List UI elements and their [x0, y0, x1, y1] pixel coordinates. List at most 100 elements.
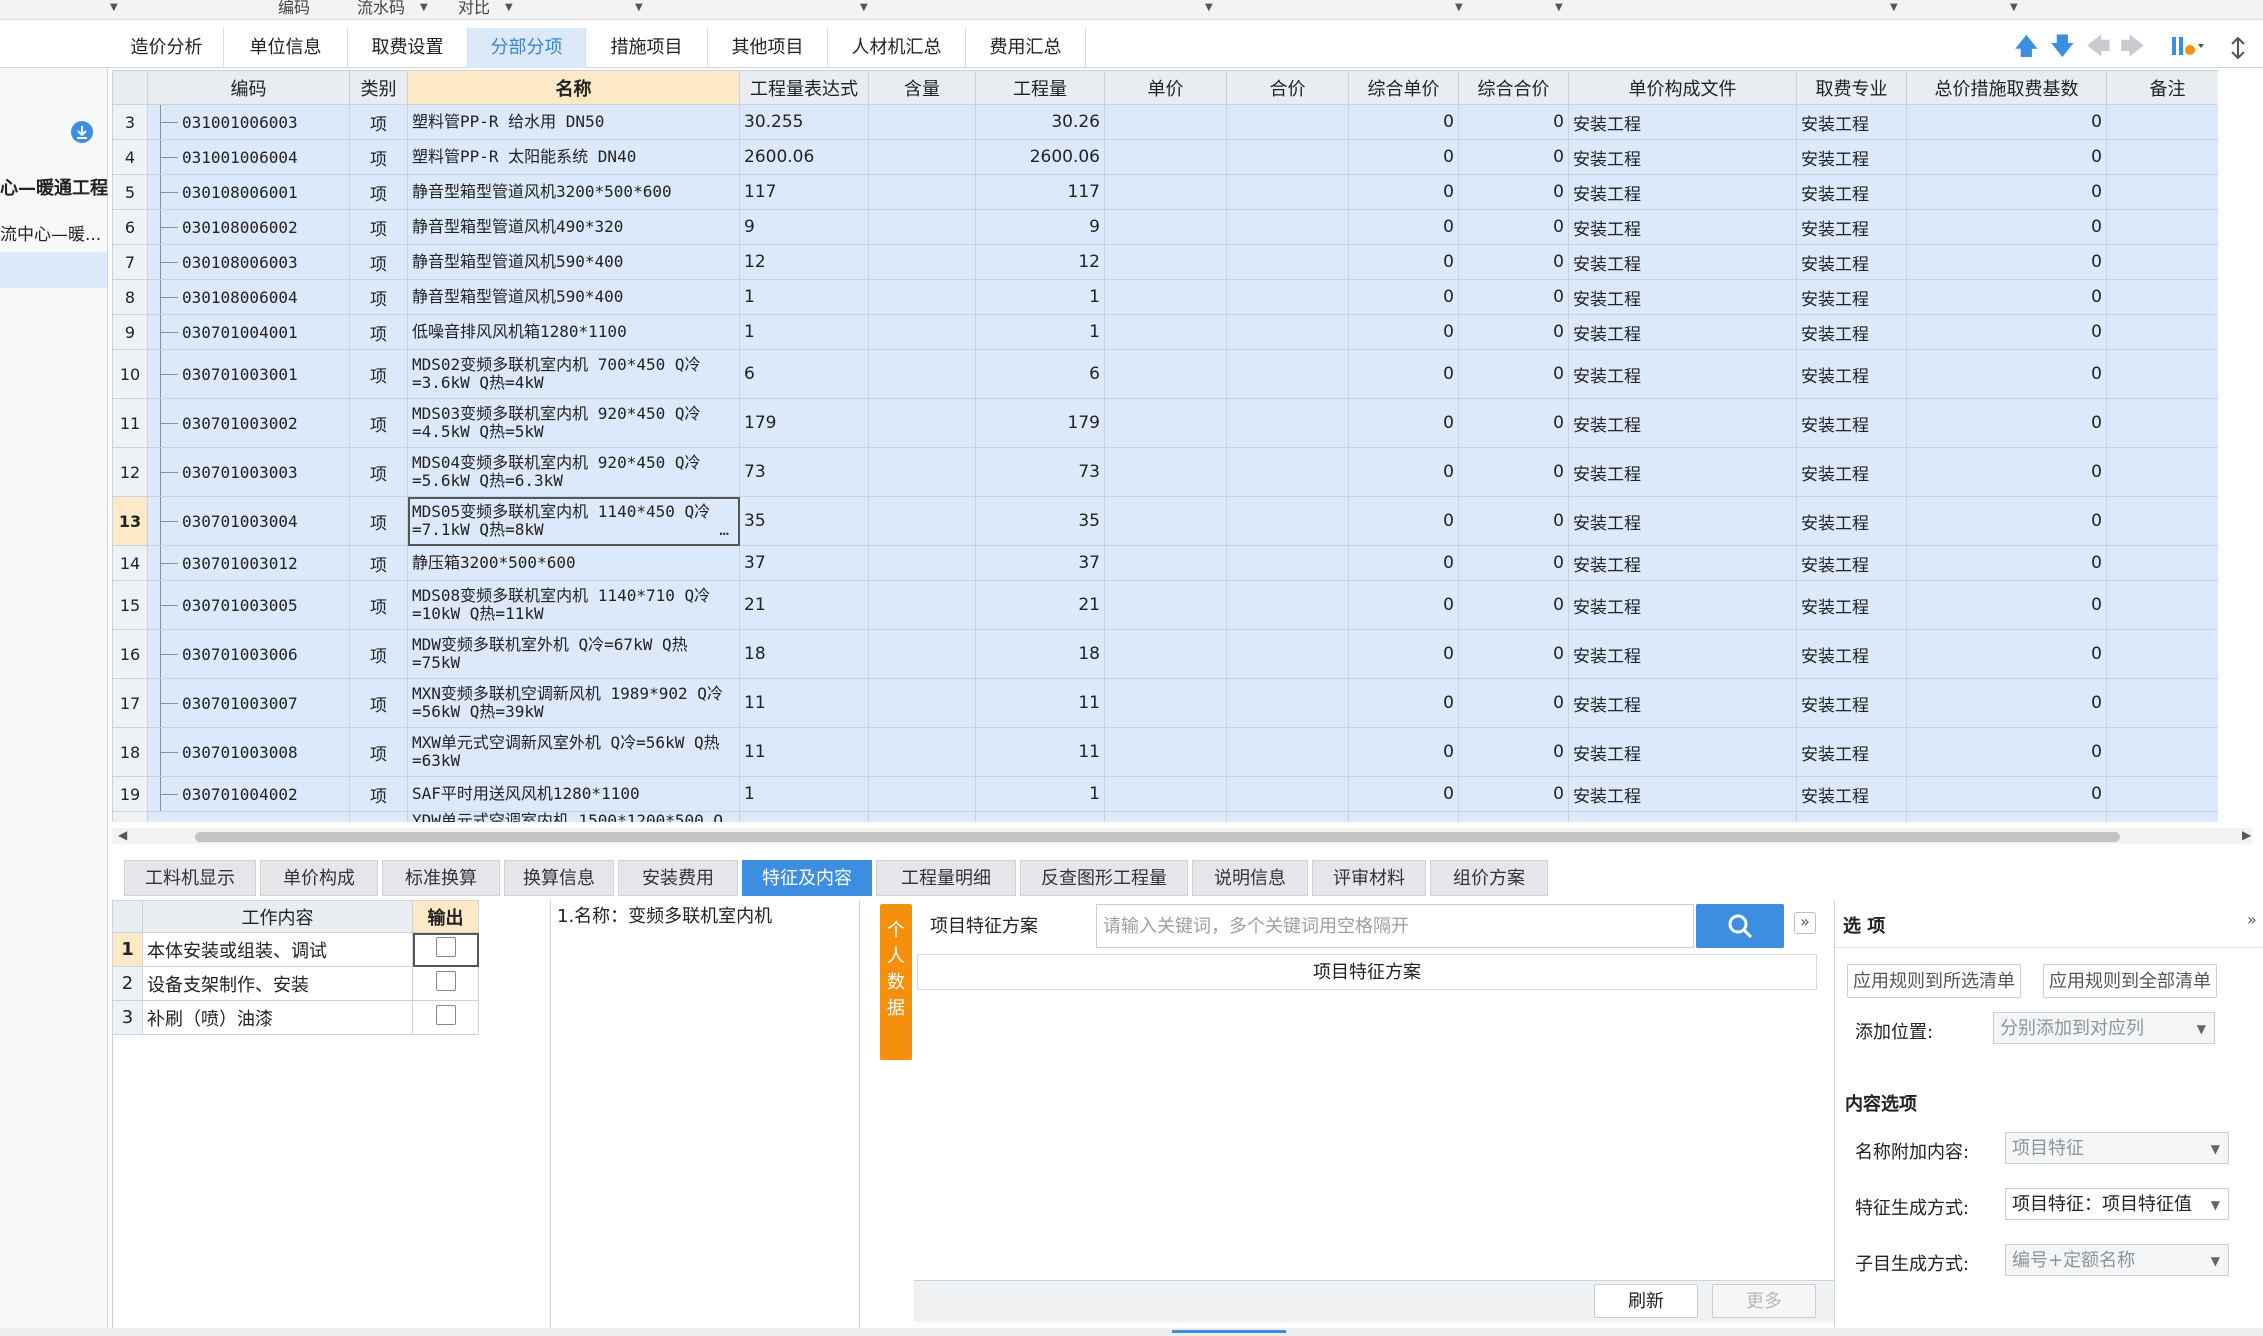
grid-cell[interactable]: 0 — [1348, 209, 1459, 245]
tab-measures[interactable]: 措施项目 — [586, 28, 708, 68]
grid-cell[interactable]: 项 — [349, 580, 408, 630]
grid-cell[interactable] — [2106, 174, 2218, 210]
grid-cell[interactable]: 18 — [975, 629, 1105, 679]
grid-cell[interactable]: 117 — [739, 174, 869, 210]
table-row[interactable]: 9 030701004001 项 低噪音排风风机箱1280*1100 1 1 0 0 安装工程 安… — [112, 314, 2218, 350]
grid-cell[interactable]: 30.26 — [975, 104, 1105, 140]
output-cell[interactable] — [412, 932, 479, 967]
grid-cell[interactable]: 6 — [739, 349, 869, 399]
grid-cell[interactable]: 030701004002 — [147, 776, 350, 812]
table-row[interactable]: 12 030701003003 项 MDS04变频多联机室内机 920*450 Q冷=… — [112, 447, 2218, 497]
grid-cell[interactable]: 安装工程 — [1796, 727, 1907, 777]
tab-other-items[interactable]: 其他项目 — [708, 28, 828, 68]
output-cell[interactable] — [412, 966, 479, 1001]
grid-cell[interactable]: 0 — [1458, 580, 1569, 630]
grid-cell[interactable]: 静压箱3200*500*600 — [407, 545, 740, 581]
grid-cell[interactable]: 项 — [349, 776, 408, 812]
grid-cell[interactable]: 0 — [1458, 209, 1569, 245]
col-header[interactable]: 总价措施取费基数 — [1906, 70, 2107, 105]
grid-cell[interactable]: 0 — [1906, 398, 2107, 448]
grid-cell[interactable] — [1906, 811, 2107, 822]
grid-cell[interactable]: MXN变频多联机空调新风机 1989*902 Q冷=56kW Q热=39kW — [407, 678, 740, 728]
grid-cell[interactable] — [1104, 104, 1227, 140]
grid-cell[interactable] — [868, 678, 976, 728]
collapse-right-icon[interactable]: » — [1794, 912, 1816, 934]
grid-cell[interactable]: 0 — [1906, 174, 2107, 210]
grid-cell[interactable] — [868, 727, 976, 777]
grid-cell[interactable] — [868, 811, 976, 822]
grid-cell[interactable]: 0 — [1458, 629, 1569, 679]
grid-cell[interactable] — [2106, 447, 2218, 497]
grid-cell[interactable]: 0 — [1458, 727, 1569, 777]
grid-cell[interactable]: 项 — [349, 139, 408, 175]
output-checkbox[interactable] — [435, 1005, 456, 1025]
grid-cell[interactable]: 0 — [1458, 174, 1569, 210]
grid-cell[interactable]: 0 — [1458, 776, 1569, 812]
grid-cell[interactable]: 安装工程 — [1796, 244, 1907, 280]
grid-cell[interactable]: 项 — [349, 678, 408, 728]
grid-cell[interactable]: 030701003005 — [147, 580, 350, 630]
apply-selected-button[interactable]: 应用规则到所选清单 — [1847, 964, 2021, 998]
grid-cell[interactable] — [1104, 244, 1227, 280]
grid-cell[interactable]: 030701003012 — [147, 545, 350, 581]
grid-cell[interactable]: 0 — [1458, 139, 1569, 175]
grid-cell[interactable]: 030701004001 — [147, 314, 350, 350]
feature-gen-select[interactable]: 项目特征：项目特征值 ▼ — [2005, 1188, 2229, 1220]
grid-cell[interactable]: 安装工程 — [1568, 776, 1797, 812]
grid-cell[interactable]: 031001006003 — [147, 104, 350, 140]
chevron-down-icon[interactable]: ▼ — [1205, 2, 1213, 13]
scroll-right-icon[interactable]: ▶ — [2242, 828, 2251, 842]
table-row[interactable]: 5 030108006001 项 静音型箱型管道风机3200*500*600 117 11… — [112, 174, 2218, 210]
grid-cell[interactable]: MDS08变频多联机室内机 1140*710 Q冷=10kW Q热=11kW — [407, 580, 740, 630]
top-strip-item[interactable]: 流水码 — [357, 0, 405, 16]
grid-cell[interactable]: MDS05变频多联机室内机 1140*450 Q冷=7.1kW Q热=8kW… — [407, 496, 740, 546]
grid-cell[interactable] — [739, 811, 869, 822]
col-header[interactable]: 编码 — [147, 70, 350, 105]
grid-cell[interactable]: 1 — [739, 776, 869, 812]
col-header[interactable]: 备注 — [2106, 70, 2218, 105]
table-row[interactable]: 3 031001006003 项 塑料管PP-R 给水用 DN50 30.255 30.2… — [112, 104, 2218, 140]
grid-cell[interactable]: 安装工程 — [1796, 349, 1907, 399]
grid-cell[interactable] — [2106, 580, 2218, 630]
grid-cell[interactable]: 安装工程 — [1796, 580, 1907, 630]
grid-cell[interactable] — [2106, 209, 2218, 245]
grid-cell[interactable]: 21 — [975, 580, 1105, 630]
scroll-left-icon[interactable]: ◀ — [118, 828, 127, 842]
grid-cell[interactable] — [868, 545, 976, 581]
work-content-cell[interactable]: 设备支架制作、安装 — [142, 966, 413, 1001]
grid-cell[interactable] — [1104, 629, 1227, 679]
grid-cell[interactable]: 0 — [1458, 447, 1569, 497]
grid-cell[interactable]: 项 — [349, 104, 408, 140]
table-row[interactable]: 19 030701004002 项 SAF平时用送风风机1280*1100 1 1 0 0 安装… — [112, 776, 2218, 812]
col-header[interactable]: 工程量 — [975, 70, 1105, 105]
grid-cell[interactable]: 9 — [975, 209, 1105, 245]
grid-cell[interactable] — [1104, 545, 1227, 581]
grid-cell[interactable]: 0 — [1906, 580, 2107, 630]
grid-cell[interactable]: 静音型箱型管道风机590*400 — [407, 279, 740, 315]
chevron-down-icon[interactable]: ▼ — [635, 2, 643, 13]
grid-cell[interactable] — [1226, 244, 1349, 280]
grid-cell[interactable]: 35 — [739, 496, 869, 546]
tree-item[interactable]: 流中心—暖... — [0, 220, 101, 245]
grid-cell[interactable]: MDS03变频多联机室内机 920*450 Q冷=4.5kW Q热=5kW — [407, 398, 740, 448]
grid-cell[interactable] — [1226, 349, 1349, 399]
btab-install-fee[interactable]: 安装费用 — [618, 860, 738, 896]
more-button[interactable]: 更多 — [1712, 1284, 1816, 1318]
grid-cell[interactable]: 项 — [349, 349, 408, 399]
grid-cell[interactable] — [2106, 811, 2218, 822]
grid-cell[interactable]: 安装工程 — [1568, 678, 1797, 728]
grid-cell[interactable] — [1796, 811, 1907, 822]
grid-cell[interactable]: 项 — [349, 244, 408, 280]
grid-cell[interactable] — [1104, 811, 1227, 822]
grid-cell[interactable] — [1226, 104, 1349, 140]
grid-cell[interactable] — [1226, 398, 1349, 448]
btab-unit-price[interactable]: 单价构成 — [260, 860, 378, 896]
grid-cell[interactable] — [868, 629, 976, 679]
grid-cell[interactable]: 低噪音排风风机箱1280*1100 — [407, 314, 740, 350]
grid-cell[interactable]: 塑料管PP-R 太阳能系统 DN40 — [407, 139, 740, 175]
grid-cell[interactable]: 21 — [739, 580, 869, 630]
col-header[interactable]: 单价 — [1104, 70, 1227, 105]
grid-cell[interactable] — [1104, 174, 1227, 210]
grid-cell[interactable]: 2600.06 — [975, 139, 1105, 175]
grid-cell[interactable] — [1226, 678, 1349, 728]
